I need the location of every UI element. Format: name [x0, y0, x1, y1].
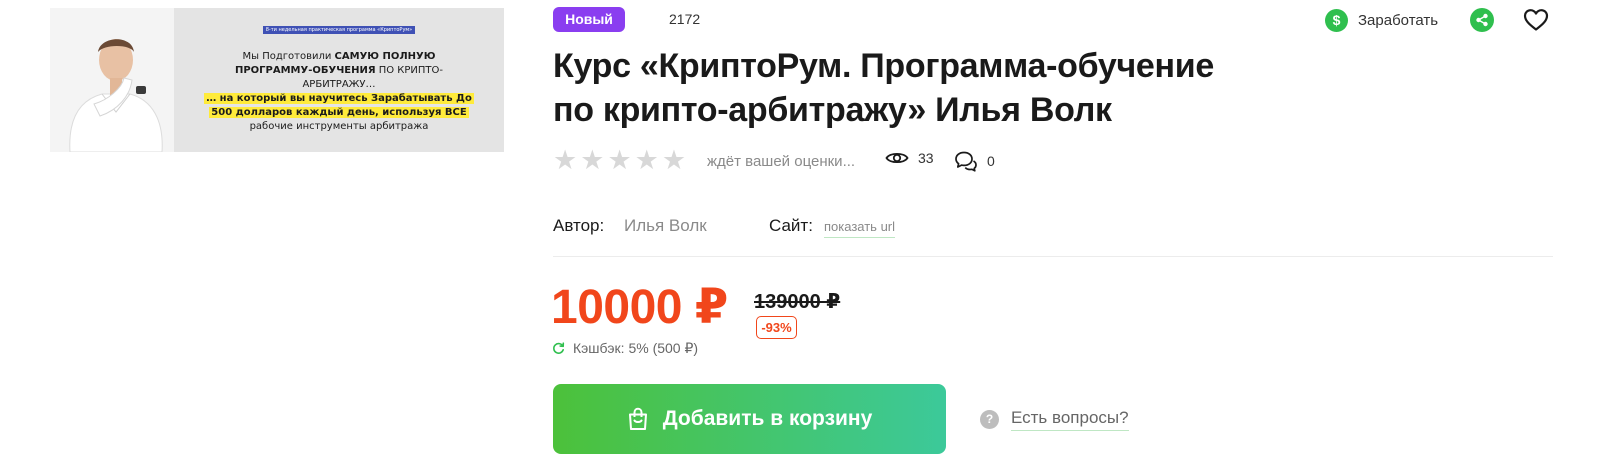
views-count: 33	[918, 150, 934, 166]
author-name-link[interactable]: Илья Волк	[624, 216, 707, 236]
views-counter: 33	[885, 150, 934, 166]
banner-line-2: ПРОГРАММУ-ОБУЧЕНИЯ ПО КРИПТО-	[234, 65, 444, 76]
page-title-line-1: Курс «КриптоРум. Программа-обучение	[553, 47, 1214, 85]
refresh-icon	[553, 342, 565, 354]
show-url-link[interactable]: показать url	[824, 219, 896, 238]
banner-highlight-2: 500 долларов каждый день, используя ВСЕ	[209, 107, 469, 118]
old-price: 139000 ₽	[754, 291, 841, 313]
star-icon[interactable]: ★	[662, 146, 686, 174]
page-title: Курс «КриптоРум. Программа-обучение по к…	[553, 44, 1273, 132]
page-title-line-2: по крипто-арбитражу» Илья Волк	[553, 91, 1112, 129]
star-icon[interactable]: ★	[580, 146, 604, 174]
site-label: Сайт:	[769, 216, 813, 235]
banner-person-area	[50, 8, 174, 152]
course-banner: 8-ти недельная практическая программа «К…	[50, 8, 504, 152]
banner-promo-text: 8-ти недельная практическая программа «К…	[174, 8, 504, 152]
shopping-bag-icon	[628, 407, 647, 430]
add-to-cart-button[interactable]: Добавить в корзину	[553, 384, 946, 454]
star-icon[interactable]: ★	[635, 146, 659, 174]
heart-icon	[1523, 9, 1549, 31]
banner-highlight-1: … на который вы научитесь Зарабатывать Д…	[204, 93, 474, 104]
banner-tag: 8-ти недельная практическая программа «К…	[262, 26, 416, 34]
rating-status-text: ждёт вашей оценки...	[707, 153, 856, 170]
divider	[553, 256, 1553, 257]
banner-line-4: рабочие инструменты арбитража	[249, 121, 429, 132]
earn-label: Заработать	[1358, 11, 1439, 29]
add-to-cart-label: Добавить в корзину	[662, 407, 873, 430]
comment-bubbles-icon	[955, 151, 977, 172]
new-badge: Новый	[553, 7, 625, 32]
discount-badge: -93%	[756, 316, 797, 339]
eye-icon	[885, 152, 909, 164]
share-button[interactable]	[1470, 8, 1494, 32]
rating-stars[interactable]: ★ ★ ★ ★ ★	[553, 146, 686, 174]
cashback-info: Кэшбэк: 5% (500 ₽)	[552, 340, 698, 357]
banner-line-3: АРБИТРАЖУ…	[302, 79, 376, 90]
earn-button[interactable]: $ Заработать	[1325, 8, 1438, 32]
share-icon	[1476, 13, 1488, 27]
author-label: Автор:	[553, 216, 605, 235]
comments-count: 0	[987, 153, 995, 169]
star-icon[interactable]: ★	[553, 146, 577, 174]
star-icon[interactable]: ★	[607, 146, 631, 174]
questions-label: Есть вопросы?	[1011, 408, 1129, 431]
cashback-text: Кэшбэк: 5% (500 ₽)	[573, 340, 699, 356]
favorite-button[interactable]	[1522, 6, 1550, 34]
product-code: 2172	[669, 11, 701, 27]
banner-line-1: Мы Подготовили САМУЮ ПОЛНУЮ	[242, 51, 436, 62]
comments-counter[interactable]: 0	[954, 150, 995, 172]
dollar-coin-icon: $	[1325, 8, 1348, 32]
questions-link[interactable]: ? Есть вопросы?	[980, 408, 1129, 431]
current-price: 10000 ₽	[551, 281, 728, 334]
person-photo-icon	[50, 8, 174, 152]
question-mark-icon: ?	[980, 410, 999, 429]
